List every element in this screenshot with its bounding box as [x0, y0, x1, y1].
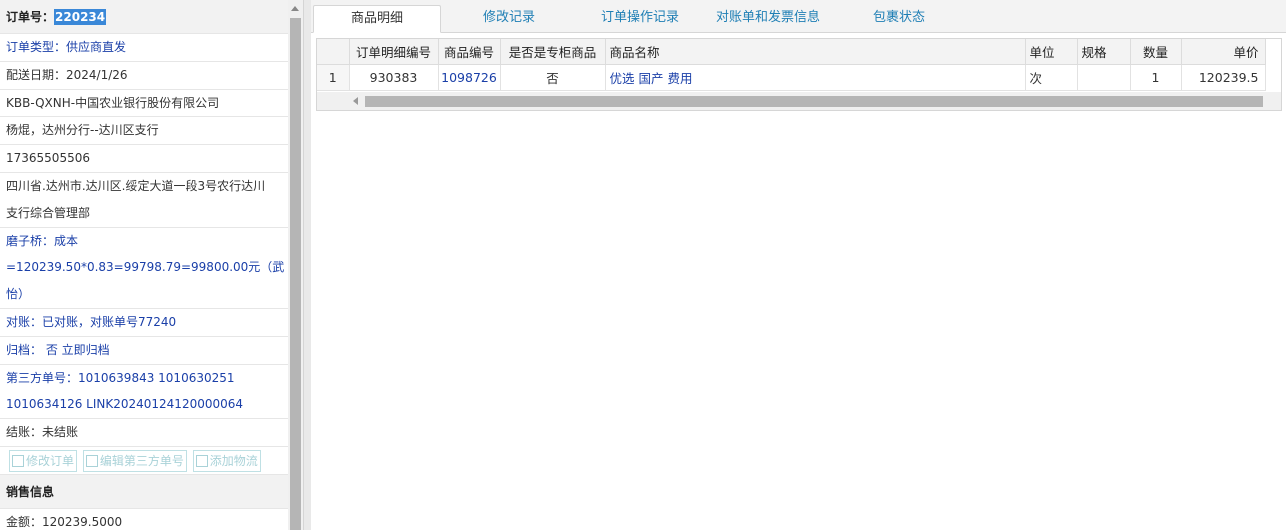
cell-price: 120239.5 — [1181, 64, 1266, 91]
row-index: 1 — [317, 64, 350, 91]
col-header-spec[interactable]: 规格 — [1077, 39, 1131, 65]
edit-third-party-button[interactable]: 编辑第三方单号 — [82, 449, 187, 472]
col-header-product-name[interactable]: 商品名称 — [605, 39, 1026, 65]
edit-third-party-label: 编辑第三方单号 — [99, 453, 184, 468]
customer-phone: 17365505506 — [0, 145, 288, 173]
col-header-price[interactable]: 单价 — [1181, 39, 1266, 65]
delivery-date: 配送日期：2024/1/26 — [0, 62, 288, 90]
order-type: 订单类型：供应商直发 — [0, 34, 288, 62]
cell-product-no[interactable]: 1098726 — [438, 64, 501, 91]
address-line-2: 支行综合管理部 — [6, 205, 91, 220]
modify-order-label: 修改订单 — [26, 453, 75, 468]
col-header-index — [317, 39, 350, 65]
third-party-line-1: 第三方单号：1010639843 1010630251 — [6, 370, 235, 385]
col-header-detail-no[interactable]: 订单明细编号 — [349, 39, 439, 65]
delivery-address: 四川省.达州市.达川区.绥定大道一段3号农行达川 支行综合管理部 — [0, 173, 288, 228]
left-panel-scrollbar[interactable] — [288, 0, 303, 530]
detail-panel: 商品明细 修改记录 订单操作记录 对账单和发票信息 包裹状态 订单明细编号 商品… — [311, 0, 1286, 530]
cell-detail-no: 930383 — [349, 64, 439, 91]
tab-statement-invoice[interactable]: 对账单和发票信息 — [703, 5, 833, 33]
sales-amount: 金额：120239.5000 — [0, 509, 288, 530]
note-line-1: 磨子桥：成本 — [6, 233, 79, 248]
order-number-row: 订单号：220234 — [0, 0, 288, 34]
customer-contact: 杨焜，达州分行--达川区支行 — [0, 117, 288, 146]
cell-counter-product: 否 — [500, 64, 606, 91]
cell-product-name[interactable]: 优选 国产 费用 — [605, 64, 1026, 91]
order-note: 磨子桥：成本 =120239.50*0.83=99798.79=99800.00… — [0, 228, 288, 309]
settlement-status: 结账：未结账 — [0, 419, 288, 447]
tab-order-operation-log[interactable]: 订单操作记录 — [581, 5, 699, 33]
table-row[interactable]: 1 930383 1098726 否 优选 国产 费用 次 1 120239.5 — [317, 64, 1266, 91]
add-logistics-label: 添加物流 — [209, 453, 258, 468]
order-number-label: 订单号： — [6, 10, 55, 24]
third-party-numbers: 第三方单号：1010639843 1010630251 1010634126 L… — [0, 365, 288, 420]
cell-spec — [1077, 64, 1131, 91]
tab-modification-log[interactable]: 修改记录 — [445, 5, 573, 33]
cell-quantity: 1 — [1130, 64, 1182, 91]
edit-icon — [85, 454, 98, 467]
add-logistics-button[interactable]: 添加物流 — [192, 449, 261, 472]
modify-order-button[interactable]: 修改订单 — [9, 449, 78, 472]
product-table: 订单明细编号 商品编号 是否是专柜商品 商品名称 单位 规格 数量 单价 1 9… — [317, 39, 1266, 91]
scroll-left-arrow-icon[interactable] — [353, 97, 358, 105]
table-header-row: 订单明细编号 商品编号 是否是专柜商品 商品名称 单位 规格 数量 单价 — [317, 39, 1266, 65]
col-header-unit[interactable]: 单位 — [1025, 39, 1078, 65]
tab-bar: 商品明细 修改记录 订单操作记录 对账单和发票信息 包裹状态 — [311, 0, 1286, 33]
reconcile-status: 对账：已对账，对账单号77240 — [0, 309, 288, 337]
archive-status[interactable]: 归档： 否 立即归档 — [0, 337, 288, 365]
col-header-quantity[interactable]: 数量 — [1130, 39, 1182, 65]
address-line-1: 四川省.达州市.达川区.绥定大道一段3号农行达川 — [6, 178, 266, 193]
tab-package-status[interactable]: 包裹状态 — [847, 5, 951, 33]
order-number-value[interactable]: 220234 — [54, 9, 107, 25]
col-header-counter-product[interactable]: 是否是专柜商品 — [500, 39, 606, 65]
scroll-up-arrow-icon[interactable] — [291, 6, 299, 11]
product-grid: 订单明细编号 商品编号 是否是专柜商品 商品名称 单位 规格 数量 单价 1 9… — [316, 38, 1282, 111]
cell-unit: 次 — [1025, 64, 1078, 91]
note-line-2: =120239.50*0.83=99798.79=99800.00元（武 — [6, 260, 285, 275]
order-info-panel: 订单号：220234 订单类型：供应商直发 配送日期：2024/1/26 KBB… — [0, 0, 288, 530]
customer-company: KBB-QXNH-中国农业银行股份有限公司 — [0, 90, 288, 118]
scrollbar-thumb[interactable] — [290, 18, 301, 530]
tab-product-details[interactable]: 商品明细 — [313, 5, 441, 33]
edit-icon — [195, 454, 208, 467]
sales-info-title: 销售信息 — [0, 474, 288, 509]
note-line-3: 怡） — [6, 287, 31, 302]
panel-splitter[interactable] — [303, 0, 311, 530]
third-party-line-2: 1010634126 LINK20240124120000064 — [6, 397, 244, 412]
horizontal-scrollbar-thumb[interactable] — [365, 96, 1263, 107]
edit-icon — [12, 454, 24, 467]
action-buttons: 修改订单 编辑第三方单号 添加物流 — [0, 447, 288, 475]
col-header-product-no[interactable]: 商品编号 — [438, 39, 501, 65]
grid-horizontal-scrollbar[interactable] — [317, 92, 1281, 110]
